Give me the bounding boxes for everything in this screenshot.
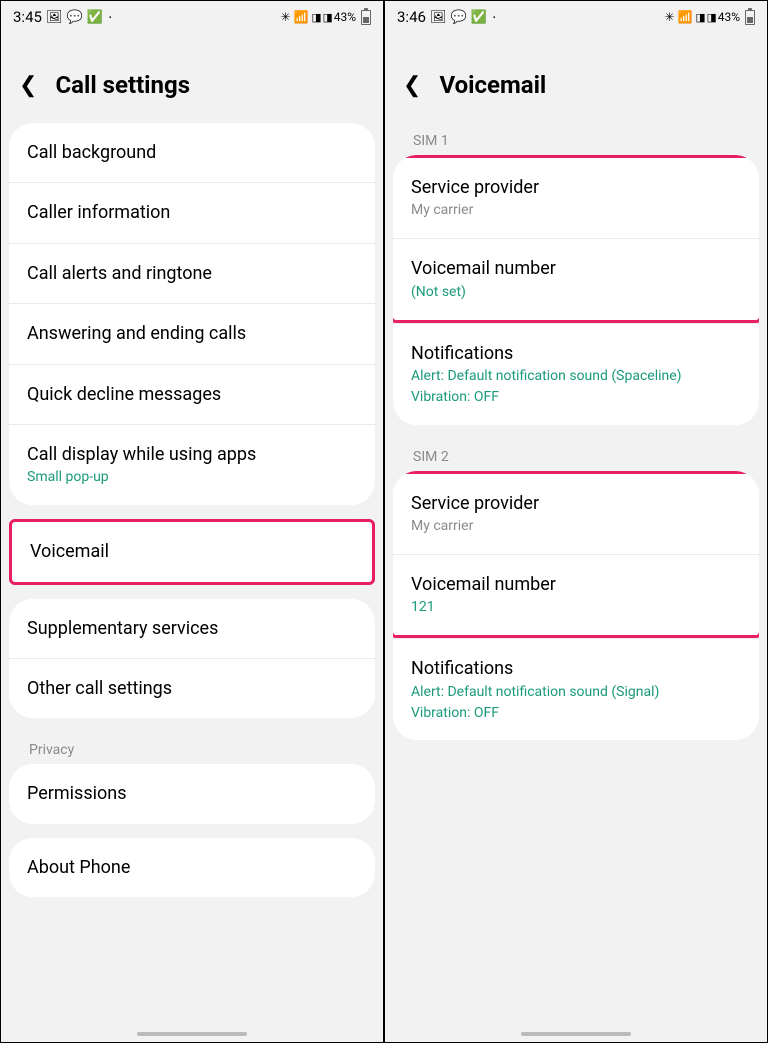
row-subtitle: Small pop-up [27,468,357,487]
settings-card-2: Supplementary services Other call settin… [9,599,375,719]
sim1-highlight: Service provider My carrier Voicemail nu… [393,155,759,323]
row-title: Service provider [411,492,741,515]
row-title: Call display while using apps [27,443,357,466]
row-title: Permissions [27,782,357,805]
row-subtitle: My carrier [411,517,741,536]
more-dot-icon: • [493,13,496,22]
message-icon: 💬 [66,10,82,25]
row-supplementary[interactable]: Supplementary services [9,599,375,658]
row-subtitle-line1: Alert: Default notification sound (Space… [411,367,741,386]
wifi-icon: 📶 [294,10,309,24]
row-subtitle-line2: Vibration: OFF [411,704,741,723]
section-sim1-label: SIM 1 [393,123,759,155]
row-sim1-notifications[interactable]: Notifications Alert: Default notificatio… [393,323,759,425]
bluetooth-icon: ✳ [664,10,674,24]
row-title: Voicemail [30,540,354,563]
signal-1-icon: ▯▮ [696,11,704,24]
message-icon: 💬 [450,10,466,25]
row-title: Supplementary services [27,617,357,640]
settings-card-about: About Phone [9,838,375,897]
status-time: 3:46 [397,8,426,26]
wifi-icon: 📶 [678,10,693,24]
section-sim2-label: SIM 2 [393,439,759,471]
bluetooth-icon: ✳ [280,10,290,24]
row-sim2-voicemail-number[interactable]: Voicemail number 121 [393,554,759,635]
row-quick-decline[interactable]: Quick decline messages [9,364,375,424]
settings-card-voicemail: Voicemail [9,519,375,584]
row-caller-information[interactable]: Caller information [9,182,375,242]
sim1-card: Service provider My carrier Voicemail nu… [393,155,759,425]
header: ❮ Voicemail [385,31,767,123]
row-title: Answering and ending calls [27,322,357,345]
status-time: 3:45 [13,8,42,26]
page-title: Voicemail [439,71,546,99]
home-indicator[interactable] [521,1032,631,1036]
battery-percent: 43% [718,10,740,24]
more-dot-icon: • [109,13,112,22]
sim2-card: Service provider My carrier Voicemail nu… [393,471,759,741]
screen-voicemail: 3:46 🖼 💬 ✅ • ✳ 📶 ▯▮ ▯▮ 43% ❮ Voicemail S… [384,0,768,1043]
row-title: Call alerts and ringtone [27,262,357,285]
section-privacy-label: Privacy [9,732,375,764]
row-title: Quick decline messages [27,383,357,406]
row-answering-ending[interactable]: Answering and ending calls [9,303,375,363]
row-title: Notifications [411,342,741,365]
gallery-icon: 🖼 [430,10,447,25]
settings-card-privacy: Permissions [9,764,375,823]
row-subtitle-line1: Alert: Default notification sound (Signa… [411,683,741,702]
row-call-background[interactable]: Call background [9,123,375,182]
row-title: Voicemail number [411,257,741,280]
battery-icon [361,10,371,25]
row-title: Service provider [411,176,741,199]
row-voicemail[interactable]: Voicemail [12,522,372,581]
header: ❮ Call settings [1,31,383,123]
status-bar: 3:45 🖼 💬 ✅ • ✳ 📶 ▯▮ ▯▮ 43% [1,1,383,31]
battery-icon [745,10,755,25]
signal-1-icon: ▯▮ [312,11,320,24]
row-subtitle: 121 [411,598,741,617]
row-subtitle: My carrier [411,201,741,220]
battery-percent: 43% [334,10,356,24]
row-call-alerts[interactable]: Call alerts and ringtone [9,243,375,303]
check-icon: ✅ [471,10,487,25]
row-sim1-service-provider[interactable]: Service provider My carrier [393,158,759,238]
row-about-phone[interactable]: About Phone [9,838,375,897]
row-sim2-notifications[interactable]: Notifications Alert: Default notificatio… [393,638,759,740]
back-icon[interactable]: ❮ [19,73,37,98]
row-permissions[interactable]: Permissions [9,764,375,823]
row-sim1-voicemail-number[interactable]: Voicemail number (Not set) [393,238,759,319]
back-icon[interactable]: ❮ [403,73,421,98]
signal-2-icon: ▯▮ [707,11,715,24]
row-subtitle: (Not set) [411,283,741,302]
home-indicator[interactable] [137,1032,247,1036]
settings-card-1: Call background Caller information Call … [9,123,375,505]
sim2-highlight: Service provider My carrier Voicemail nu… [393,471,759,639]
row-title: Notifications [411,657,741,680]
signal-2-icon: ▯▮ [323,11,331,24]
row-title: Call background [27,141,357,164]
page-title: Call settings [55,71,190,99]
row-title: Voicemail number [411,573,741,596]
screen-call-settings: 3:45 🖼 💬 ✅ • ✳ 📶 ▯▮ ▯▮ 43% ❮ Call settin… [0,0,384,1043]
row-sim2-service-provider[interactable]: Service provider My carrier [393,474,759,554]
row-subtitle-line2: Vibration: OFF [411,388,741,407]
row-title: Caller information [27,201,357,224]
row-title: About Phone [27,856,357,879]
check-icon: ✅ [87,10,103,25]
row-call-display[interactable]: Call display while using apps Small pop-… [9,424,375,505]
row-title: Other call settings [27,677,357,700]
status-bar: 3:46 🖼 💬 ✅ • ✳ 📶 ▯▮ ▯▮ 43% [385,1,767,31]
row-other-call-settings[interactable]: Other call settings [9,658,375,718]
gallery-icon: 🖼 [46,10,63,25]
